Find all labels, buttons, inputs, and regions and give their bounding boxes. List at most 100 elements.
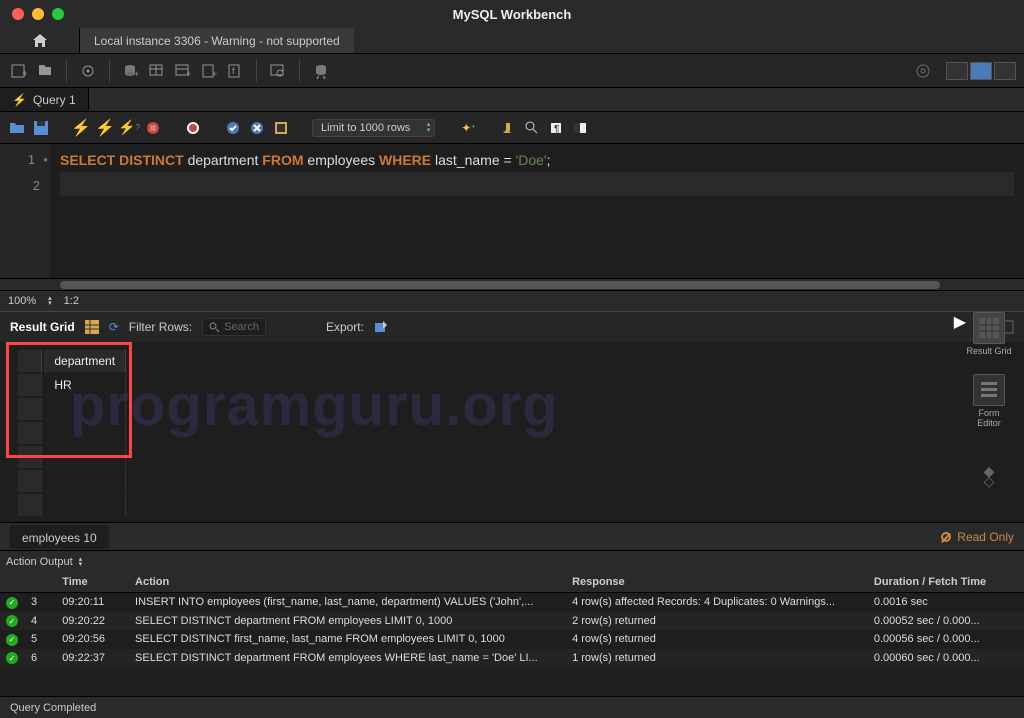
- scroll-arrows[interactable]: ◆◇: [984, 466, 995, 486]
- log-header-action[interactable]: Action: [129, 572, 566, 593]
- query-tabs: ⚡ Query 1: [0, 88, 1024, 112]
- filter-search-input[interactable]: Search: [202, 318, 266, 336]
- beautify-icon[interactable]: ✦+: [459, 119, 477, 137]
- main-toolbar: + + + + f: [0, 54, 1024, 88]
- filter-label: Filter Rows:: [129, 320, 192, 334]
- zoom-stepper[interactable]: ▴▾: [48, 296, 52, 306]
- export-icon[interactable]: [374, 320, 388, 334]
- action-output-table: Time Action Response Duration / Fetch Ti…: [0, 572, 1024, 667]
- readonly-icon: [941, 532, 951, 542]
- limit-label: Limit to 1000 rows: [321, 122, 410, 134]
- create-view-icon[interactable]: +: [172, 60, 194, 82]
- log-header-duration[interactable]: Duration / Fetch Time: [868, 572, 1024, 593]
- svg-text:f: f: [232, 66, 235, 76]
- invisible-chars-icon[interactable]: [523, 119, 541, 137]
- expand-arrow-icon[interactable]: ▶: [954, 312, 966, 332]
- autocommit-icon[interactable]: [272, 119, 290, 137]
- readonly-indicator: Read Only: [941, 530, 1014, 544]
- form-editor-view-button[interactable]: Form Editor: [966, 374, 1012, 428]
- result-tab-bar: employees 10 Read Only: [0, 522, 1024, 550]
- refresh-icon[interactable]: ⟳: [109, 320, 119, 334]
- limit-select[interactable]: Limit to 1000 rows ▴▾: [312, 119, 435, 137]
- stepper-icon: ▴▾: [427, 122, 431, 134]
- log-row[interactable]: ✓409:20:22SELECT DISTINCT department FRO…: [0, 612, 1024, 631]
- log-row[interactable]: ✓609:22:37SELECT DISTINCT department FRO…: [0, 649, 1024, 668]
- schema-inspector-icon[interactable]: [77, 60, 99, 82]
- search-table-data-icon[interactable]: [267, 60, 289, 82]
- query-tab-label: Query 1: [33, 93, 76, 107]
- settings-icon[interactable]: [912, 60, 934, 82]
- home-icon: [32, 33, 48, 49]
- create-schema-icon[interactable]: +: [120, 60, 142, 82]
- sql-editor[interactable]: 1 2 SELECT DISTINCT department FROM empl…: [0, 144, 1024, 278]
- snippet-icon[interactable]: [571, 119, 589, 137]
- output-type-stepper[interactable]: ▴▾: [79, 557, 83, 567]
- export-label: Export:: [326, 320, 364, 334]
- log-row[interactable]: ✓509:20:56SELECT DISTINCT first_name, la…: [0, 630, 1024, 649]
- connection-tab[interactable]: Local instance 3306 - Warning - not supp…: [80, 28, 354, 53]
- watermark-text: programguru.org: [70, 372, 559, 439]
- connection-tab-strip: Local instance 3306 - Warning - not supp…: [0, 28, 1024, 54]
- query-tab[interactable]: ⚡ Query 1: [0, 88, 89, 111]
- output-header: Action Output ▴▾: [0, 550, 1024, 572]
- editor-toolbar: ⚡ ⚡ ⚡? Limit to 1000 rows ▴▾ ✦+ ¶: [0, 112, 1024, 144]
- commit-icon[interactable]: [224, 119, 242, 137]
- grid-view-icon[interactable]: [85, 320, 99, 334]
- result-tab[interactable]: employees 10: [10, 525, 109, 549]
- editor-hscroll[interactable]: [0, 278, 1024, 290]
- reconnect-icon[interactable]: [310, 60, 332, 82]
- editor-status-bar: 100% ▴▾ 1:2: [0, 290, 1024, 312]
- log-header-time[interactable]: Time: [56, 572, 129, 593]
- open-sql-file-icon[interactable]: [34, 60, 56, 82]
- svg-text:+: +: [186, 69, 191, 79]
- toggle-right-panel[interactable]: [994, 62, 1016, 80]
- create-table-icon[interactable]: [146, 60, 168, 82]
- result-grid-label: Result Grid: [10, 320, 75, 334]
- stop-on-error-icon[interactable]: [184, 119, 202, 137]
- output-type-select[interactable]: Action Output: [6, 556, 73, 568]
- result-grid[interactable]: programguru.org department HR: [0, 342, 964, 522]
- status-ok-icon: ✓: [6, 597, 18, 609]
- svg-text:¶: ¶: [554, 124, 559, 135]
- toggle-bottom-panel[interactable]: [970, 62, 992, 80]
- lightning-icon: ⚡: [12, 93, 27, 107]
- open-file-icon[interactable]: [8, 119, 26, 137]
- cursor-position: 1:2: [64, 295, 79, 307]
- column-header-department[interactable]: department: [44, 350, 126, 372]
- cell-0-0[interactable]: HR: [44, 374, 126, 396]
- explain-icon[interactable]: ⚡?: [120, 119, 138, 137]
- create-procedure-icon[interactable]: +: [198, 60, 220, 82]
- status-ok-icon: ✓: [6, 615, 18, 627]
- maximize-window-button[interactable]: [52, 8, 64, 20]
- close-window-button[interactable]: [12, 8, 24, 20]
- new-sql-tab-icon[interactable]: +: [8, 60, 30, 82]
- result-grid-view-button[interactable]: Result Grid: [966, 312, 1011, 356]
- log-header-response[interactable]: Response: [566, 572, 868, 593]
- app-title: MySQL Workbench: [453, 7, 572, 22]
- svg-text:+: +: [212, 69, 217, 79]
- create-function-icon[interactable]: f: [224, 60, 246, 82]
- minimize-window-button[interactable]: [32, 8, 44, 20]
- execute-current-icon[interactable]: ⚡: [96, 119, 114, 137]
- line-gutter: 1 2: [0, 144, 50, 278]
- status-ok-icon: ✓: [6, 652, 18, 664]
- svg-text:+: +: [22, 69, 27, 79]
- status-bar: Query Completed: [0, 696, 1024, 718]
- search-icon: [209, 322, 220, 333]
- zoom-level: 100%: [8, 295, 36, 307]
- log-row[interactable]: ✓309:20:11INSERT INTO employees (first_n…: [0, 593, 1024, 612]
- result-toolbar: Result Grid ⟳ Filter Rows: Search Export…: [0, 312, 1024, 342]
- save-file-icon[interactable]: [32, 119, 50, 137]
- titlebar: MySQL Workbench: [0, 0, 1024, 28]
- status-text: Query Completed: [10, 702, 96, 714]
- stop-icon[interactable]: [144, 119, 162, 137]
- rollback-icon[interactable]: [248, 119, 266, 137]
- result-side-panel: Result Grid Form Editor ◆◇: [966, 312, 1012, 486]
- execute-icon[interactable]: ⚡: [72, 119, 90, 137]
- wrap-icon[interactable]: ¶: [547, 119, 565, 137]
- home-tab[interactable]: [0, 28, 80, 53]
- find-icon[interactable]: [499, 119, 517, 137]
- status-ok-icon: ✓: [6, 634, 18, 646]
- toggle-left-panel[interactable]: [946, 62, 968, 80]
- svg-text:+: +: [134, 69, 139, 79]
